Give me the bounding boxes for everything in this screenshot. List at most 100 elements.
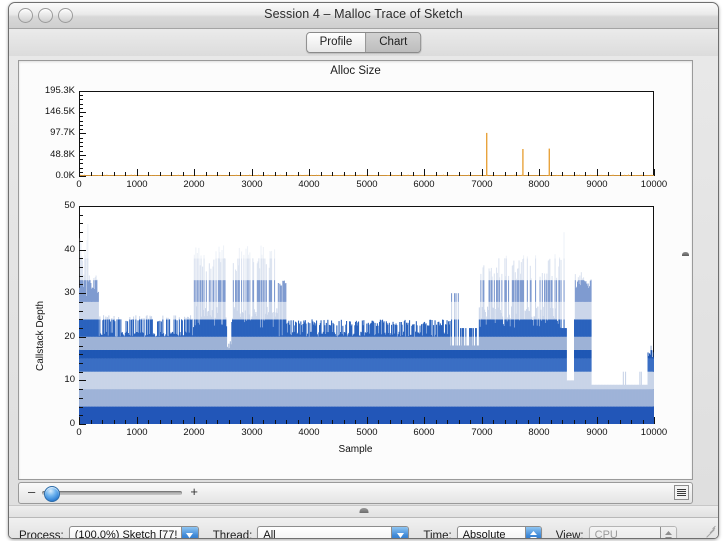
- y-tick: [79, 250, 86, 251]
- chevron-down-icon[interactable]: [181, 527, 198, 539]
- x-minor-tick: [620, 172, 621, 176]
- x-tick-label: 1000: [112, 179, 162, 190]
- time-popup[interactable]: Absolute: [457, 526, 542, 539]
- x-minor-tick: [516, 172, 517, 176]
- x-minor-tick: [585, 420, 586, 424]
- thread-popup[interactable]: All: [257, 526, 409, 539]
- x-minor-tick: [413, 420, 414, 424]
- y-tick: [79, 155, 86, 156]
- x-tick-label: 6000: [399, 179, 449, 190]
- app-window: Session 4 – Malloc Trace of Sketch Profi…: [8, 2, 719, 539]
- x-minor-tick: [401, 420, 402, 424]
- zoom-slider-knob[interactable]: [44, 486, 60, 502]
- x-tick: [654, 169, 655, 176]
- view-segmented-control[interactable]: Profile Chart: [306, 32, 422, 53]
- x-minor-tick: [643, 172, 644, 176]
- x-minor-tick: [562, 172, 563, 176]
- process-value: (100.0%) Sketch [77!: [70, 526, 198, 539]
- y-minor-tick: [79, 258, 83, 259]
- tab-profile[interactable]: Profile: [307, 33, 366, 52]
- x-tick-label: 9000: [572, 179, 622, 190]
- x-minor-tick: [275, 172, 276, 176]
- x-minor-tick: [183, 172, 184, 176]
- y-minor-tick: [79, 241, 83, 242]
- y-minor-tick: [79, 99, 83, 100]
- alloc-size-series: [79, 91, 654, 176]
- x-tick: [539, 417, 540, 424]
- zoom-in-label[interactable]: +: [190, 485, 198, 499]
- y-tick-label: 48.8K: [23, 149, 75, 160]
- process-popup[interactable]: (100.0%) Sketch [77!: [69, 526, 199, 539]
- y-minor-tick: [79, 302, 83, 303]
- chart-pane: Alloc Size 01000200030004000500060007000…: [18, 60, 693, 480]
- x-minor-tick: [286, 420, 287, 424]
- view-popup: CPU: [589, 526, 677, 539]
- x-minor-tick: [344, 172, 345, 176]
- x-minor-tick: [551, 172, 552, 176]
- y-minor-tick: [79, 138, 83, 139]
- x-tick: [654, 417, 655, 424]
- y-tick-label: 40: [23, 244, 75, 255]
- thread-label: Thread:: [213, 530, 253, 540]
- zoom-slider[interactable]: – +: [28, 486, 198, 500]
- x-minor-tick: [240, 420, 241, 424]
- x-tick-label: 10000: [629, 427, 679, 438]
- x-minor-tick: [160, 420, 161, 424]
- x-minor-tick: [378, 172, 379, 176]
- x-minor-tick: [493, 172, 494, 176]
- callstack-depth-plot[interactable]: [79, 206, 654, 424]
- x-minor-tick: [321, 172, 322, 176]
- x-minor-tick: [447, 172, 448, 176]
- x-minor-tick: [206, 420, 207, 424]
- x-minor-tick: [114, 420, 115, 424]
- y-tick: [79, 424, 86, 425]
- x-minor-tick: [114, 172, 115, 176]
- y-minor-tick: [79, 151, 83, 152]
- zoom-slider-row: – +: [18, 482, 693, 504]
- x-minor-tick: [240, 172, 241, 176]
- x-minor-tick: [378, 420, 379, 424]
- x-minor-tick: [171, 172, 172, 176]
- title-bar: Session 4 – Malloc Trace of Sketch: [9, 3, 718, 29]
- window-title: Session 4 – Malloc Trace of Sketch: [9, 7, 718, 21]
- x-minor-tick: [608, 420, 609, 424]
- y-minor-tick: [79, 389, 83, 390]
- tab-chart[interactable]: Chart: [365, 33, 420, 52]
- alloc-size-plot[interactable]: [79, 91, 654, 176]
- x-minor-tick: [332, 172, 333, 176]
- thread-value: All: [258, 526, 408, 539]
- stepper-icon[interactable]: [525, 527, 541, 539]
- zoom-out-label[interactable]: –: [28, 485, 35, 499]
- x-tick: [194, 169, 195, 176]
- x-tick-label: 4000: [284, 179, 334, 190]
- y-minor-tick: [79, 104, 83, 105]
- pane-scroll-marker[interactable]: [682, 252, 689, 256]
- x-minor-tick: [562, 420, 563, 424]
- y-minor-tick: [79, 284, 83, 285]
- x-minor-tick: [436, 172, 437, 176]
- x-tick: [424, 417, 425, 424]
- x-minor-tick: [413, 172, 414, 176]
- x-minor-tick: [102, 172, 103, 176]
- y-minor-tick: [79, 108, 83, 109]
- x-tick-label: 2000: [169, 179, 219, 190]
- chevron-down-icon[interactable]: [391, 527, 408, 539]
- x-minor-tick: [401, 172, 402, 176]
- y-minor-tick: [79, 163, 83, 164]
- y-minor-tick: [79, 267, 83, 268]
- y-tick: [79, 133, 86, 134]
- x-minor-tick: [298, 420, 299, 424]
- stepper-icon: [660, 527, 676, 539]
- x-tick-label: 1000: [112, 427, 162, 438]
- x-tick: [482, 169, 483, 176]
- y-minor-tick: [79, 346, 83, 347]
- y-minor-tick: [79, 319, 83, 320]
- splitter-handle-icon[interactable]: [359, 508, 368, 513]
- x-minor-tick: [390, 420, 391, 424]
- callstack-y-axis-title: Callstack Depth: [35, 301, 46, 371]
- resize-grip-icon[interactable]: [674, 485, 689, 500]
- y-minor-tick: [79, 129, 83, 130]
- zoom-slider-track[interactable]: [42, 491, 182, 495]
- window-resize-icon[interactable]: [704, 524, 717, 537]
- x-tick: [597, 169, 598, 176]
